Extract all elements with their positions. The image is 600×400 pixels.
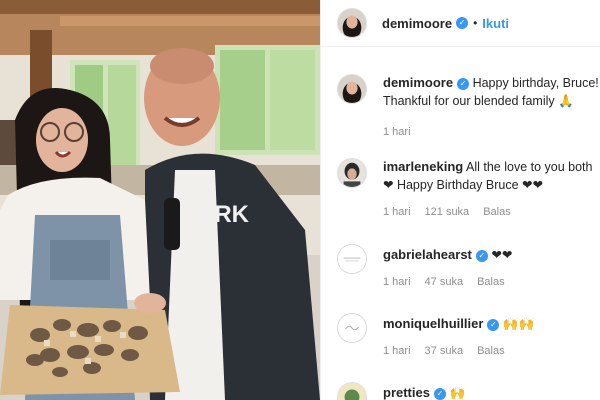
comment-likes[interactable]: 47 suka	[425, 276, 464, 288]
comment-likes[interactable]: 37 suka	[425, 345, 464, 357]
verified-badge-icon: ✓	[433, 387, 446, 400]
comment-text: 🙌🙌	[502, 317, 535, 331]
comment-time[interactable]: 1 hari	[383, 126, 411, 138]
comment-avatar[interactable]	[337, 382, 367, 400]
verified-badge-icon: ✓	[487, 318, 500, 331]
shirt-text: ARK	[197, 201, 250, 228]
comment-avatar[interactable]	[337, 244, 367, 274]
comment-text: 🙌	[449, 386, 466, 400]
comment-username[interactable]: imarleneking	[383, 159, 463, 174]
post-header: demimoore ✓ • Ikuti	[321, 0, 600, 47]
comment-text-block: gabrielahearst ✓ ❤❤	[383, 246, 600, 264]
comment-text-block: demimoore ✓ Happy birthday, Bruce! Thankf…	[383, 74, 600, 110]
comment-item: demimoore ✓ Happy birthday, Bruce! Thankf…	[337, 74, 600, 138]
comments-panel: demimoore ✓ • Ikuti demimoore ✓ Happy bir…	[320, 0, 600, 400]
comment-time[interactable]: 1 hari	[383, 276, 411, 288]
comment-avatar[interactable]	[337, 158, 367, 188]
comment-item: moniquelhuillier ✓ 🙌🙌 1 hari 37 suka Bala…	[337, 313, 600, 357]
comment-username[interactable]: gabrielahearst	[383, 247, 472, 262]
comment-avatar[interactable]	[337, 313, 367, 343]
reply-button[interactable]: Balas	[483, 206, 511, 218]
separator-dot: •	[473, 16, 478, 30]
reply-button[interactable]: Balas	[477, 276, 505, 288]
comment-text-block: imarleneking All the love to you both ❤ …	[383, 158, 600, 194]
author-username[interactable]: demimoore	[382, 16, 452, 31]
comment-item: gabrielahearst ✓ ❤❤ 1 hari 47 suka Balas	[337, 244, 600, 288]
comment-username[interactable]: demimoore	[383, 75, 453, 90]
comment-time[interactable]: 1 hari	[383, 206, 411, 218]
verified-badge-icon: ✓	[475, 249, 488, 262]
comment-item: imarleneking All the love to you both ❤ …	[337, 158, 600, 218]
comment-time[interactable]: 1 hari	[383, 345, 411, 357]
comment-username[interactable]: pretties	[383, 385, 430, 400]
comment-avatar[interactable]	[337, 74, 367, 104]
comment-text-block: pretties ✓ 🙌	[383, 384, 600, 400]
author-avatar[interactable]	[337, 8, 367, 38]
comment-item: pretties ✓ 🙌	[337, 382, 600, 400]
comment-likes[interactable]: 121 suka	[425, 206, 470, 218]
reply-button[interactable]: Balas	[477, 345, 505, 357]
follow-button[interactable]: Ikuti	[482, 16, 509, 31]
verified-badge-icon: ✓	[457, 77, 470, 90]
comment-text: ❤❤	[491, 248, 513, 262]
verified-badge-icon: ✓	[456, 17, 469, 29]
comment-text-block: moniquelhuillier ✓ 🙌🙌	[383, 315, 600, 333]
comment-username[interactable]: moniquelhuillier	[383, 316, 483, 331]
post-photo[interactable]: ARK	[0, 0, 320, 400]
